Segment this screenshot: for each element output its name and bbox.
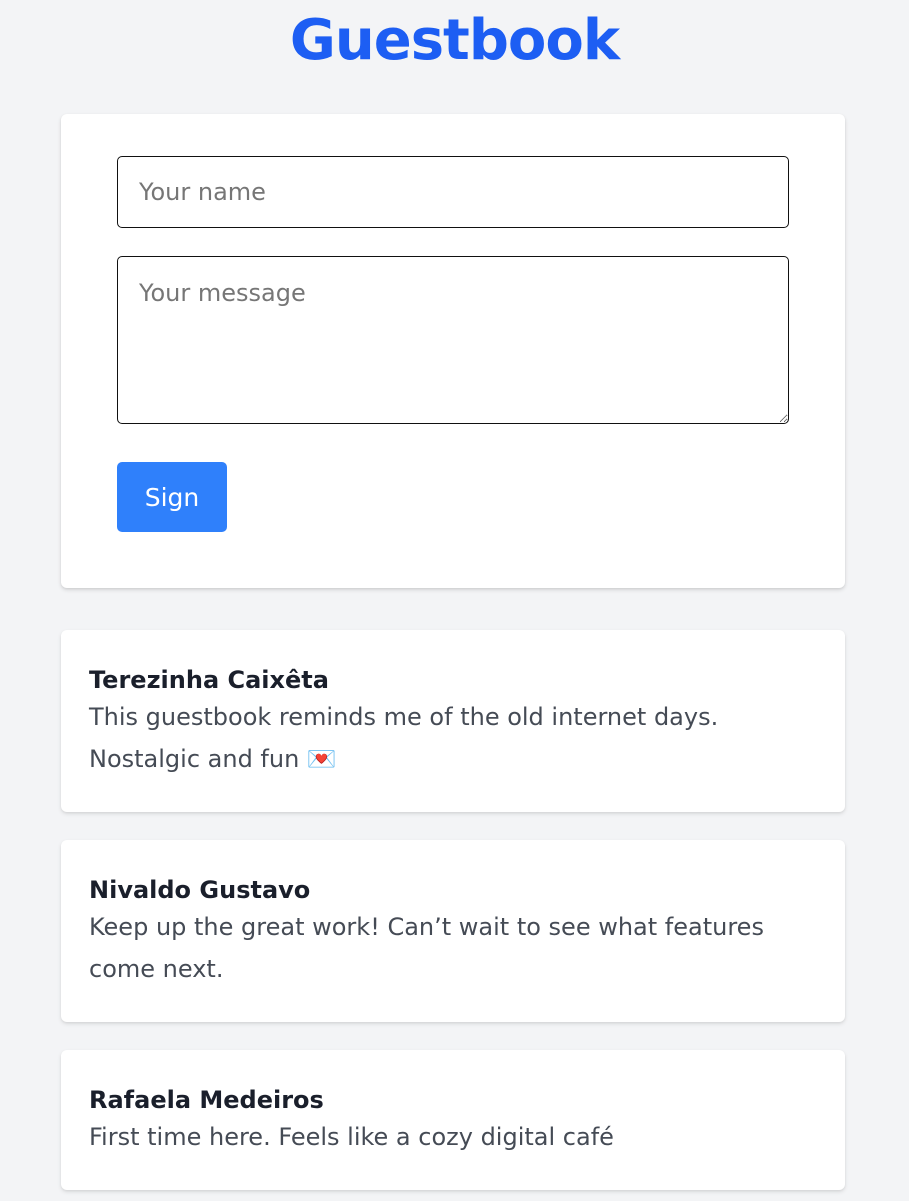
list-item: Nivaldo Gustavo Keep up the great work! … [61,840,845,1022]
entry-message: This guestbook reminds me of the old int… [89,703,719,773]
entry-author: Terezinha Caixêta [89,666,329,694]
sign-button[interactable]: Sign [117,462,227,532]
entry-message: Keep up the great work! Can’t wait to se… [89,913,764,983]
entry-author: Rafaela Medeiros [89,1086,324,1114]
list-item: Rafaela Medeiros First time here. Feels … [61,1050,845,1190]
list-item: Terezinha Caixêta This guestbook reminds… [61,630,845,812]
entry-message: First time here. Feels like a cozy digit… [89,1123,614,1151]
page-title: Guestbook [289,8,620,73]
name-input[interactable] [117,156,789,228]
entry-author: Nivaldo Gustavo [89,876,311,904]
message-input[interactable] [117,256,789,424]
sign-form-card: Sign [61,114,845,588]
